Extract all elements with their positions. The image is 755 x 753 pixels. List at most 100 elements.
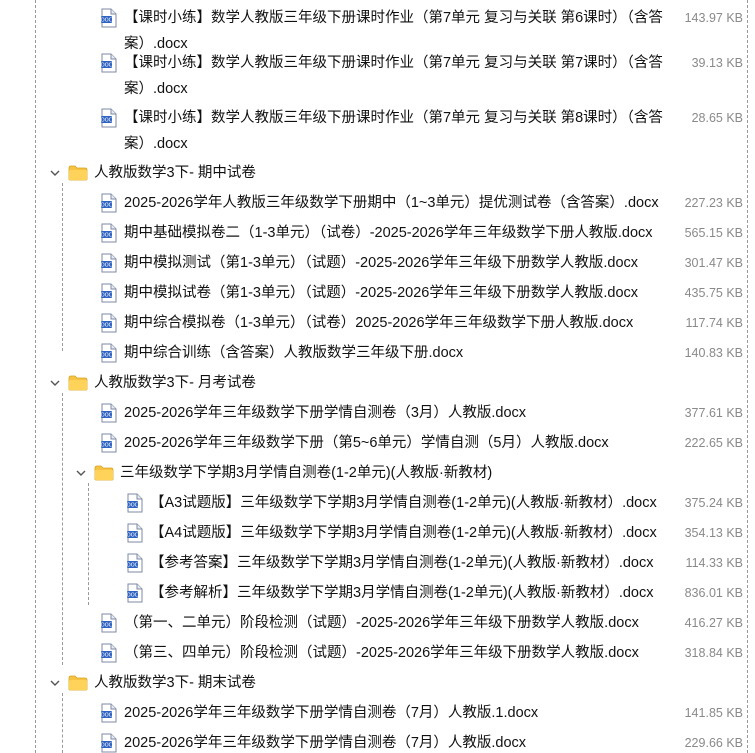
word-document-icon: DOC (100, 8, 118, 28)
file-size: 375.24 KB (684, 496, 743, 510)
svg-text:DOC: DOC (127, 563, 139, 569)
file-size: 143.97 KB (684, 11, 743, 25)
svg-text:DOC: DOC (127, 533, 139, 539)
file-size: 141.85 KB (684, 706, 743, 720)
tree-file-row[interactable]: DOC 【课时小练】数学人教版三年级下册课时作业（第7单元 复习与关联 第7课时… (0, 48, 755, 104)
word-document-icon: DOC (100, 343, 118, 363)
tree-file-row[interactable]: DOC 【A4试题版】三年级数学下学期3月学情自测卷(1-2单元)(人教版·新教… (0, 518, 755, 548)
folder-name: 人教版数学3下- 月考试卷 (94, 375, 256, 391)
file-size: 222.65 KB (684, 436, 743, 450)
chevron-down-icon[interactable] (48, 376, 62, 390)
tree-file-row[interactable]: DOC 2025-2026学年三年级数学下册学情自测卷（7月）人教版.docx 2… (0, 728, 755, 753)
word-document-icon: DOC (100, 433, 118, 453)
tree-folder-row[interactable]: 三年级数学下学期3月学情自测卷(1-2单元)(人教版·新教材) (0, 458, 755, 488)
word-document-icon: DOC (126, 583, 144, 603)
folder-name: 人教版数学3下- 期末试卷 (94, 675, 256, 691)
svg-text:DOC: DOC (127, 593, 139, 599)
file-name: 期中综合模拟卷（1-3单元）（试卷）2025-2026学年三年级数学下册人教版.… (124, 315, 634, 331)
svg-text:DOC: DOC (101, 353, 113, 359)
folder-name: 人教版数学3下- 期中试卷 (94, 165, 256, 181)
tree-file-row[interactable]: DOC （第一、二单元）阶段检测（试题）-2025-2026学年三年级下册数学人… (0, 608, 755, 638)
svg-text:DOC: DOC (101, 623, 113, 629)
word-document-icon: DOC (100, 53, 118, 73)
file-name: 【A3试题版】三年级数学下学期3月学情自测卷(1-2单元)(人教版·新教材）.d… (150, 495, 657, 511)
tree-file-row[interactable]: DOC 【课时小练】数学人教版三年级下册课时作业（第7单元 复习与关联 第8课时… (0, 103, 755, 159)
tree-folder-row[interactable]: 人教版数学3下- 期中试卷 (0, 158, 755, 188)
svg-text:DOC: DOC (127, 503, 139, 509)
file-size: 377.61 KB (684, 406, 743, 420)
tree-file-row[interactable]: DOC 期中综合训练（含答案）人教版数学三年级下册.docx 140.83 KB (0, 338, 755, 368)
tree-file-row[interactable]: DOC 2025-2026学年人教版三年级数学下册期中（1~3单元）提优测试卷（… (0, 188, 755, 218)
tree-file-row[interactable]: DOC 2025-2026学年三年级数学下册学情自测卷（7月）人教版.1.doc… (0, 698, 755, 728)
svg-text:DOC: DOC (101, 293, 113, 299)
file-name: 【课时小练】数学人教版三年级下册课时作业（第7单元 复习与关联 第7课时）（含答… (124, 55, 663, 97)
file-size: 229.66 KB (684, 736, 743, 750)
file-size: 140.83 KB (684, 346, 743, 360)
tree-file-row[interactable]: DOC 期中基础模拟卷二（1-3单元）（试卷）-2025-2026学年三年级数学… (0, 218, 755, 248)
tree-file-row[interactable]: DOC 期中模拟测试（第1-3单元）（试题）-2025-2026学年三年级下册数… (0, 248, 755, 278)
file-size: 39.13 KB (691, 56, 743, 70)
file-tree: DOC 【课时小练】数学人教版三年级下册课时作业（第7单元 复习与关联 第6课时… (0, 0, 755, 753)
tree-file-row[interactable]: DOC 2025-2026学年三年级数学下册（第5~6单元）学情自测（5月）人教… (0, 428, 755, 458)
svg-text:DOC: DOC (101, 233, 113, 239)
tree-file-row[interactable]: DOC 期中模拟试卷（第1-3单元）（试题）-2025-2026学年三年级下册数… (0, 278, 755, 308)
word-document-icon: DOC (100, 403, 118, 423)
file-size: 416.27 KB (684, 616, 743, 630)
file-size: 836.01 KB (684, 586, 743, 600)
file-name: 期中综合训练（含答案）人教版数学三年级下册.docx (124, 345, 464, 361)
svg-text:DOC: DOC (101, 713, 113, 719)
word-document-icon: DOC (100, 193, 118, 213)
word-document-icon: DOC (100, 733, 118, 753)
word-document-icon: DOC (100, 613, 118, 633)
svg-text:DOC: DOC (101, 63, 113, 69)
tree-folder-row[interactable]: 人教版数学3下- 期末试卷 (0, 668, 755, 698)
file-name: 2025-2026学年三年级数学下册学情自测卷（7月）人教版.1.docx (124, 705, 539, 721)
tree-file-row[interactable]: DOC 【参考解析】三年级数学下学期3月学情自测卷(1-2单元)(人教版·新教材… (0, 578, 755, 608)
chevron-down-icon[interactable] (74, 466, 88, 480)
tree-file-row[interactable]: DOC 【A3试题版】三年级数学下学期3月学情自测卷(1-2单元)(人教版·新教… (0, 488, 755, 518)
file-size: 354.13 KB (684, 526, 743, 540)
word-document-icon: DOC (100, 253, 118, 273)
svg-text:DOC: DOC (101, 743, 113, 749)
file-size: 435.75 KB (684, 286, 743, 300)
word-document-icon: DOC (100, 313, 118, 333)
tree-file-row[interactable]: DOC 【参考答案】三年级数学下学期3月学情自测卷(1-2单元)(人教版·新教材… (0, 548, 755, 578)
file-name: 2025-2026学年三年级数学下册学情自测卷（7月）人教版.docx (124, 735, 527, 751)
tree-file-row[interactable]: DOC 2025-2026学年三年级数学下册学情自测卷（3月）人教版.docx 3… (0, 398, 755, 428)
folder-name: 三年级数学下学期3月学情自测卷(1-2单元)(人教版·新教材) (120, 465, 493, 481)
tree-file-row[interactable]: DOC （第三、四单元）阶段检测（试题）-2025-2026学年三年级下册数学人… (0, 638, 755, 668)
file-name: 【A4试题版】三年级数学下学期3月学情自测卷(1-2单元)(人教版·新教材）.d… (150, 525, 657, 541)
word-document-icon: DOC (100, 108, 118, 128)
word-document-icon: DOC (126, 553, 144, 573)
svg-text:DOC: DOC (101, 203, 113, 209)
word-document-icon: DOC (100, 283, 118, 303)
folder-icon (68, 375, 88, 391)
folder-icon (94, 465, 114, 481)
tree-folder-row[interactable]: 人教版数学3下- 月考试卷 (0, 368, 755, 398)
folder-icon (68, 675, 88, 691)
file-name: 期中模拟测试（第1-3单元）（试题）-2025-2026学年三年级下册数学人教版… (124, 255, 639, 271)
svg-text:DOC: DOC (101, 18, 113, 24)
file-name: 2025-2026学年人教版三年级数学下册期中（1~3单元）提优测试卷（含答案）… (124, 195, 659, 211)
svg-text:DOC: DOC (101, 323, 113, 329)
word-document-icon: DOC (100, 643, 118, 663)
svg-text:DOC: DOC (101, 443, 113, 449)
word-document-icon: DOC (126, 523, 144, 543)
file-name: 期中模拟试卷（第1-3单元）（试题）-2025-2026学年三年级下册数学人教版… (124, 285, 639, 301)
file-name: 【课时小练】数学人教版三年级下册课时作业（第7单元 复习与关联 第8课时）（含答… (124, 110, 663, 152)
file-name: （第三、四单元）阶段检测（试题）-2025-2026学年三年级下册数学人教版.d… (124, 645, 639, 661)
svg-text:DOC: DOC (101, 118, 113, 124)
chevron-down-icon[interactable] (48, 166, 62, 180)
svg-text:DOC: DOC (101, 263, 113, 269)
tree-file-row[interactable]: DOC 期中综合模拟卷（1-3单元）（试卷）2025-2026学年三年级数学下册… (0, 308, 755, 338)
file-size: 301.47 KB (684, 256, 743, 270)
file-name: 2025-2026学年三年级数学下册（第5~6单元）学情自测（5月）人教版.do… (124, 435, 609, 451)
word-document-icon: DOC (100, 223, 118, 243)
file-name: 期中基础模拟卷二（1-3单元）（试卷）-2025-2026学年三年级数学下册人教… (124, 225, 653, 241)
file-size: 28.65 KB (691, 111, 743, 125)
file-name: 2025-2026学年三年级数学下册学情自测卷（3月）人教版.docx (124, 405, 527, 421)
svg-text:DOC: DOC (101, 413, 113, 419)
chevron-down-icon[interactable] (48, 676, 62, 690)
folder-icon (68, 165, 88, 181)
word-document-icon: DOC (126, 493, 144, 513)
